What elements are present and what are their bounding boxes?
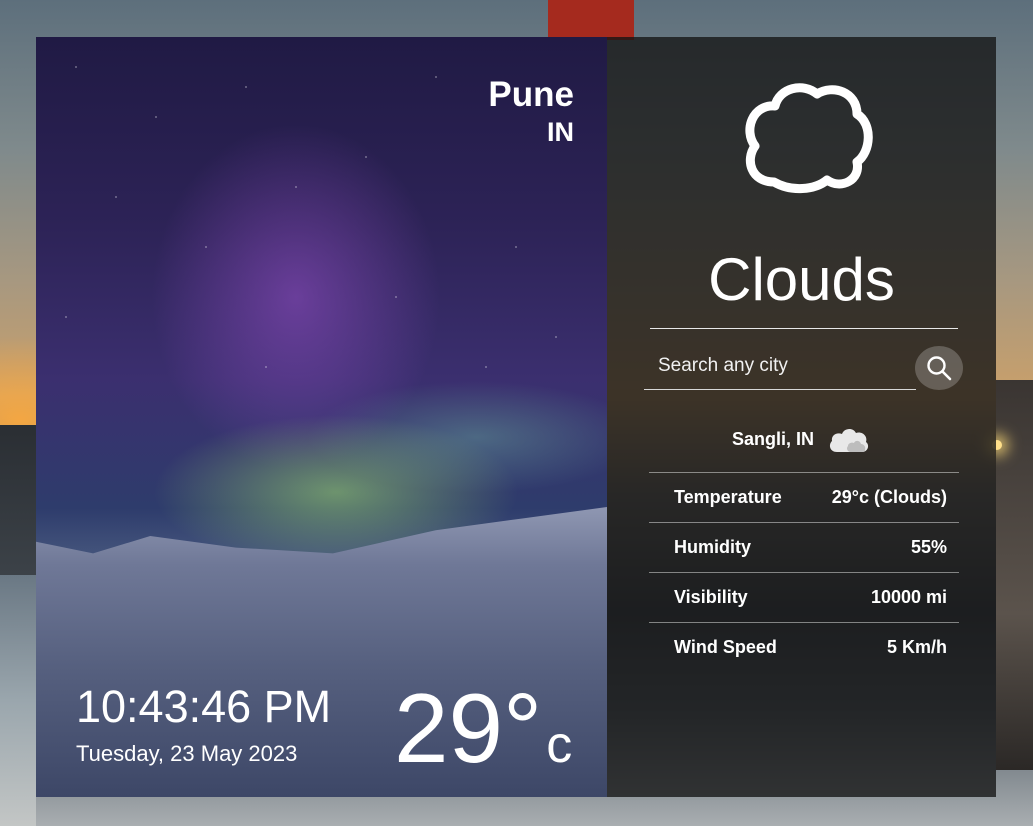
city-name: Pune bbox=[488, 75, 574, 114]
cloud-icon bbox=[829, 429, 869, 453]
stat-label: Wind Speed bbox=[674, 637, 777, 657]
country-code: IN bbox=[547, 117, 574, 147]
cloud-icon bbox=[745, 83, 873, 193]
date-time-block: 10:43:46 PM Tuesday, 23 May 2023 bbox=[76, 682, 331, 768]
stat-row-visibility: Visibility 10000 mi bbox=[649, 572, 959, 622]
current-time: 10:43:46 PM bbox=[76, 681, 332, 732]
weather-condition: Clouds bbox=[708, 246, 895, 313]
stat-value: 29°c (Clouds) bbox=[831, 487, 947, 507]
background-shore bbox=[0, 575, 36, 826]
stat-label: Visibility bbox=[674, 587, 748, 607]
temperature-value: 29° bbox=[394, 673, 543, 783]
stat-row-wind-speed: Wind Speed 5 Km/h bbox=[649, 622, 959, 672]
stat-value: 5 Km/h bbox=[886, 637, 947, 657]
search-field bbox=[644, 349, 916, 390]
stat-value: 10000 mi bbox=[870, 587, 947, 607]
weather-details-panel: Clouds Sangli, IN Temperature 29°c (Clou… bbox=[607, 37, 996, 797]
temperature-display: 29°c bbox=[394, 673, 572, 797]
stat-row-humidity: Humidity 55% bbox=[649, 522, 959, 572]
weather-hero-panel: Pune IN 10:43:46 PM Tuesday, 23 May 2023… bbox=[36, 37, 607, 797]
location-block: Pune IN bbox=[488, 75, 574, 149]
stat-label: Temperature bbox=[674, 487, 782, 507]
divider bbox=[650, 328, 958, 329]
search-result: Sangli, IN bbox=[607, 424, 996, 454]
background-hill bbox=[0, 425, 36, 575]
bridge-tower bbox=[548, 0, 634, 40]
stat-value: 55% bbox=[910, 537, 947, 557]
weather-stats: Temperature 29°c (Clouds) Humidity 55% V… bbox=[649, 472, 959, 672]
temperature-unit: c bbox=[546, 716, 573, 774]
result-location: Sangli, IN bbox=[731, 429, 814, 449]
search-button[interactable] bbox=[915, 346, 963, 390]
current-date: Tuesday, 23 May 2023 bbox=[76, 741, 298, 766]
stat-label: Humidity bbox=[674, 537, 752, 557]
search-icon bbox=[927, 356, 952, 381]
background-rock bbox=[996, 380, 1033, 770]
city-search-input[interactable] bbox=[644, 349, 916, 383]
stat-row-temperature: Temperature 29°c (Clouds) bbox=[649, 472, 959, 522]
